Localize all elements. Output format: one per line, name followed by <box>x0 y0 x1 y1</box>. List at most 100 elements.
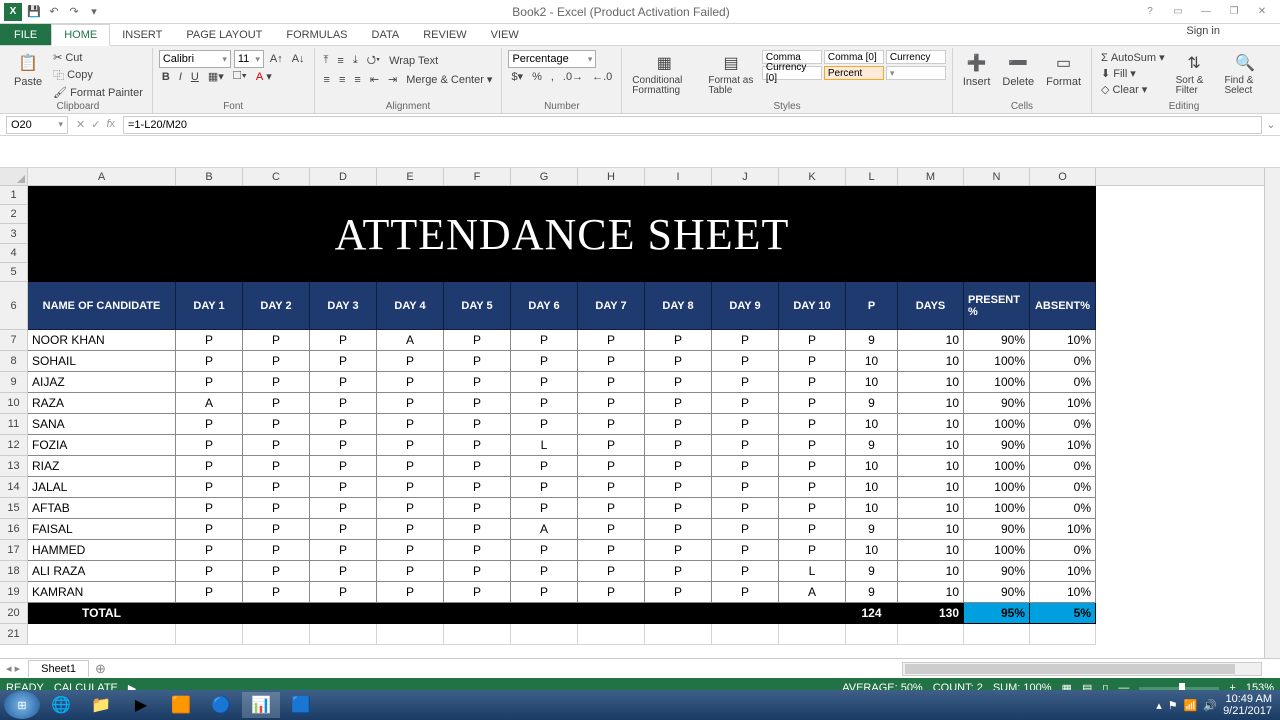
taskbar-media-icon[interactable]: ▶ <box>122 692 160 718</box>
cell[interactable]: 9 <box>846 519 898 540</box>
cell[interactable]: P <box>176 351 243 372</box>
cell[interactable] <box>28 624 176 645</box>
add-sheet-button[interactable]: ⊕ <box>89 661 112 677</box>
cell[interactable] <box>511 624 578 645</box>
cell[interactable]: P <box>377 561 444 582</box>
sheet-nav[interactable]: ◂ ▸ <box>0 662 26 675</box>
cell[interactable]: P <box>176 498 243 519</box>
cell[interactable]: 0% <box>1030 477 1096 498</box>
cell[interactable]: DAYS <box>898 282 964 330</box>
taskbar-explorer-icon[interactable]: 📁 <box>82 692 120 718</box>
cell[interactable]: 10 <box>846 456 898 477</box>
cell[interactable] <box>578 603 645 624</box>
cell[interactable]: P <box>377 372 444 393</box>
cell[interactable]: FOZIA <box>28 435 176 456</box>
cell[interactable]: P <box>712 561 779 582</box>
cell[interactable]: P <box>377 351 444 372</box>
cell[interactable]: P <box>176 519 243 540</box>
tab-review[interactable]: REVIEW <box>411 24 478 45</box>
close-icon[interactable]: ✕ <box>1252 4 1272 20</box>
merge-center-button[interactable]: Merge & Center ▾ <box>403 72 495 87</box>
decrease-indent-button[interactable]: ⇤ <box>367 72 382 87</box>
cell[interactable]: P <box>176 330 243 351</box>
tray-up-icon[interactable]: ▴ <box>1156 699 1162 712</box>
column-header-O[interactable]: O <box>1030 168 1096 185</box>
sort-filter-button[interactable]: ⇅Sort & Filter <box>1172 50 1217 98</box>
save-icon[interactable]: 💾 <box>26 4 42 20</box>
cell[interactable]: ALI RAZA <box>28 561 176 582</box>
row-header[interactable]: 16 <box>0 519 28 540</box>
cell[interactable]: 100% <box>964 477 1030 498</box>
cell[interactable]: DAY 9 <box>712 282 779 330</box>
column-header-E[interactable]: E <box>377 168 444 185</box>
row-header[interactable]: 12 <box>0 435 28 456</box>
maximize-icon[interactable]: ❐ <box>1224 4 1244 20</box>
cell[interactable] <box>779 603 846 624</box>
start-button[interactable]: ⊞ <box>4 691 40 719</box>
cell[interactable]: 10 <box>898 582 964 603</box>
cell[interactable]: P <box>779 393 846 414</box>
taskbar-excel-icon[interactable]: 📊 <box>242 692 280 718</box>
qat-customize-icon[interactable]: ▾ <box>86 4 102 20</box>
tab-page-layout[interactable]: PAGE LAYOUT <box>174 24 274 45</box>
cell[interactable]: 100% <box>964 498 1030 519</box>
cell[interactable]: 10 <box>898 540 964 561</box>
cell[interactable]: P <box>645 351 712 372</box>
cell[interactable]: P <box>578 393 645 414</box>
cell[interactable]: P <box>243 561 310 582</box>
cell[interactable]: 124 <box>846 603 898 624</box>
conditional-formatting-button[interactable]: ▦Conditional Formatting <box>628 50 700 98</box>
formula-bar[interactable]: =1-L20/M20 <box>123 116 1262 134</box>
cell[interactable]: P <box>645 561 712 582</box>
tab-home[interactable]: HOME <box>51 24 110 46</box>
undo-icon[interactable]: ↶ <box>46 4 62 20</box>
cell[interactable]: 10 <box>898 435 964 456</box>
paste-button[interactable]: 📋Paste <box>10 50 46 90</box>
cell[interactable]: P <box>444 498 511 519</box>
font-size-select[interactable]: 11▾ <box>234 50 264 68</box>
cell[interactable]: P <box>712 498 779 519</box>
column-header-H[interactable]: H <box>578 168 645 185</box>
cell[interactable]: P <box>645 519 712 540</box>
cell[interactable]: P <box>846 282 898 330</box>
cell[interactable]: P <box>511 561 578 582</box>
copy-button[interactable]: ⿻Copy <box>50 66 146 84</box>
cell[interactable] <box>243 603 310 624</box>
row-header[interactable]: 3 <box>0 224 28 243</box>
cell[interactable]: 9 <box>846 330 898 351</box>
row-header[interactable]: 21 <box>0 624 28 645</box>
tab-insert[interactable]: INSERT <box>110 24 174 45</box>
cell[interactable]: PRESENT % <box>964 282 1030 330</box>
expand-formula-bar-icon[interactable]: ⌄ <box>1262 118 1280 131</box>
cell[interactable]: P <box>779 414 846 435</box>
cell[interactable]: P <box>712 477 779 498</box>
cell[interactable]: DAY 6 <box>511 282 578 330</box>
cell[interactable]: P <box>712 414 779 435</box>
cell[interactable]: 0% <box>1030 351 1096 372</box>
cell[interactable]: JALAL <box>28 477 176 498</box>
cell[interactable]: 0% <box>1030 456 1096 477</box>
cell[interactable]: P <box>511 540 578 561</box>
cell[interactable]: 90% <box>964 393 1030 414</box>
cell[interactable]: 10% <box>1030 582 1096 603</box>
cell[interactable] <box>645 624 712 645</box>
sheet-tab-sheet1[interactable]: Sheet1 <box>28 660 89 677</box>
cell[interactable]: P <box>310 561 377 582</box>
cell[interactable]: P <box>444 477 511 498</box>
cell[interactable]: P <box>310 330 377 351</box>
cell[interactable]: 10 <box>846 477 898 498</box>
row-header[interactable]: 10 <box>0 393 28 414</box>
cell[interactable]: P <box>779 330 846 351</box>
cell[interactable]: P <box>645 393 712 414</box>
cell[interactable]: P <box>712 582 779 603</box>
cell[interactable]: HAMMED <box>28 540 176 561</box>
cell[interactable]: 10 <box>846 498 898 519</box>
fill-color-button[interactable]: 🞎▾ <box>230 69 250 84</box>
cell[interactable]: P <box>444 330 511 351</box>
minimize-icon[interactable]: — <box>1196 4 1216 20</box>
cell[interactable]: P <box>176 435 243 456</box>
cell[interactable]: 10 <box>898 477 964 498</box>
cell[interactable]: 10 <box>898 351 964 372</box>
cell[interactable]: P <box>511 414 578 435</box>
wrap-text-button[interactable]: Wrap Text <box>386 54 441 68</box>
